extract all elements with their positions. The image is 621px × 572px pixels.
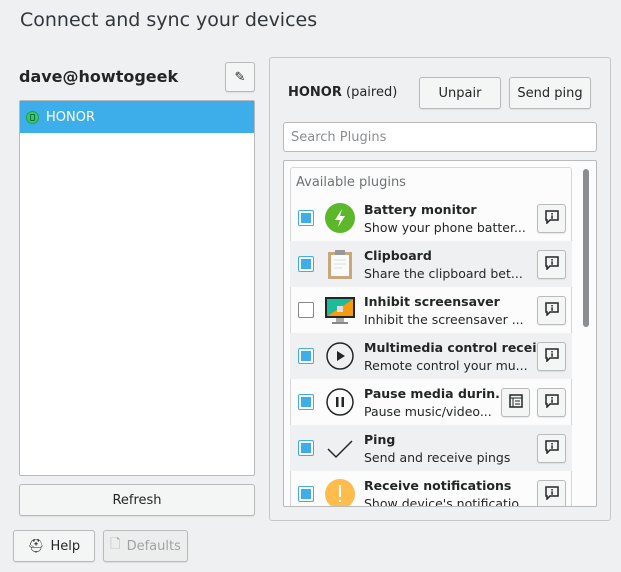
search-plugins-input[interactable]: Search Plugins xyxy=(283,122,597,152)
refresh-button[interactable]: Refresh xyxy=(19,484,255,516)
plugin-description: Show your phone batter... xyxy=(364,220,526,235)
plugin-info-button[interactable] xyxy=(537,250,566,279)
warning-icon xyxy=(324,478,356,506)
device-name: HONOR xyxy=(288,85,342,100)
clipboard-icon xyxy=(324,248,356,280)
info-icon xyxy=(544,347,559,366)
plugin-name: Clipboard xyxy=(364,248,432,263)
plugin-row: Pause media durin... Pause music/video..… xyxy=(290,379,572,425)
group-header: Available plugins xyxy=(296,175,406,190)
plugin-checkbox[interactable] xyxy=(298,440,314,456)
device-connected-icon xyxy=(26,110,39,124)
plugin-info-button[interactable] xyxy=(537,342,566,371)
plugin-info-button[interactable] xyxy=(537,296,566,325)
defaults-button[interactable]: 🗋 Defaults xyxy=(103,530,188,562)
plugin-info-button[interactable] xyxy=(537,388,566,417)
plugin-checkbox[interactable] xyxy=(298,302,314,318)
battery-bolt-icon xyxy=(324,202,356,234)
defaults-label: Defaults xyxy=(126,538,181,554)
plugin-row: Multimedia control recei... Remote contr… xyxy=(290,333,572,379)
info-icon xyxy=(544,301,559,320)
plugin-name: Battery monitor xyxy=(364,202,477,217)
pair-status: (paired) xyxy=(346,85,398,100)
plugin-description: Pause music/video... xyxy=(364,404,492,419)
plugin-checkbox[interactable] xyxy=(298,394,314,410)
device-header: HONOR (paired) xyxy=(288,85,397,100)
plugin-row: Inhibit screensaver Inhibit the screensa… xyxy=(290,287,572,333)
plugin-description: Show device's notificatio xyxy=(364,496,520,507)
plugin-row: Ping Send and receive pings xyxy=(290,425,572,471)
plugin-description: Inhibit the screensaver ... xyxy=(364,312,524,327)
configure-icon xyxy=(508,393,523,412)
configure-plugin-button[interactable] xyxy=(501,388,530,417)
lifebuoy-icon: ⛑ xyxy=(27,538,45,554)
plugin-checkbox[interactable] xyxy=(298,256,314,272)
plugin-checkbox[interactable] xyxy=(298,486,314,502)
help-button[interactable]: ⛑ Help xyxy=(13,530,95,562)
account-name: dave@howtogeek xyxy=(19,67,179,86)
info-icon xyxy=(544,439,559,458)
window-title: Connect and sync your devices xyxy=(20,9,318,31)
info-icon xyxy=(544,393,559,412)
pause-icon xyxy=(324,386,356,418)
device-item-honor[interactable]: HONOR xyxy=(20,101,254,133)
device-name: HONOR xyxy=(46,109,95,125)
plugin-info-button[interactable] xyxy=(537,434,566,463)
plugin-info-button[interactable] xyxy=(537,204,566,233)
help-label: Help xyxy=(50,538,81,554)
plugin-checkbox[interactable] xyxy=(298,210,314,226)
plugin-description: Share the clipboard bet... xyxy=(364,266,523,281)
unpair-button[interactable]: Unpair xyxy=(419,77,501,109)
screensaver-icon xyxy=(324,294,356,326)
plugin-name: Pause media durin... xyxy=(364,386,510,401)
plugin-description: Remote control your mu... xyxy=(364,358,528,373)
send-ping-button[interactable]: Send ping xyxy=(509,77,591,109)
info-icon xyxy=(544,485,559,504)
plugin-checkbox[interactable] xyxy=(298,348,314,364)
info-icon xyxy=(544,255,559,274)
plugin-description: Send and receive pings xyxy=(364,450,511,465)
pencil-icon: ✎ xyxy=(234,69,246,85)
plugin-name: Inhibit screensaver xyxy=(364,294,500,309)
scrollbar[interactable] xyxy=(583,169,589,327)
edit-name-button[interactable]: ✎ xyxy=(225,62,255,92)
info-icon xyxy=(544,209,559,228)
plugin-name: Ping xyxy=(364,432,396,447)
device-list[interactable]: HONOR xyxy=(19,100,255,476)
play-icon xyxy=(324,340,356,372)
plugin-name: Receive notifications xyxy=(364,478,512,493)
document-revert-icon: 🗋 xyxy=(110,537,121,552)
checkmark-icon xyxy=(324,432,356,464)
plugin-row: Receive notifications Show device's noti… xyxy=(290,471,572,507)
plugin-list[interactable]: Available plugins Battery monitor Show y… xyxy=(283,160,597,507)
plugin-row: Clipboard Share the clipboard bet... xyxy=(290,241,572,287)
plugin-row: Battery monitor Show your phone batter..… xyxy=(290,195,572,241)
plugin-info-button[interactable] xyxy=(537,480,566,506)
plugin-name: Multimedia control recei... xyxy=(364,340,551,355)
